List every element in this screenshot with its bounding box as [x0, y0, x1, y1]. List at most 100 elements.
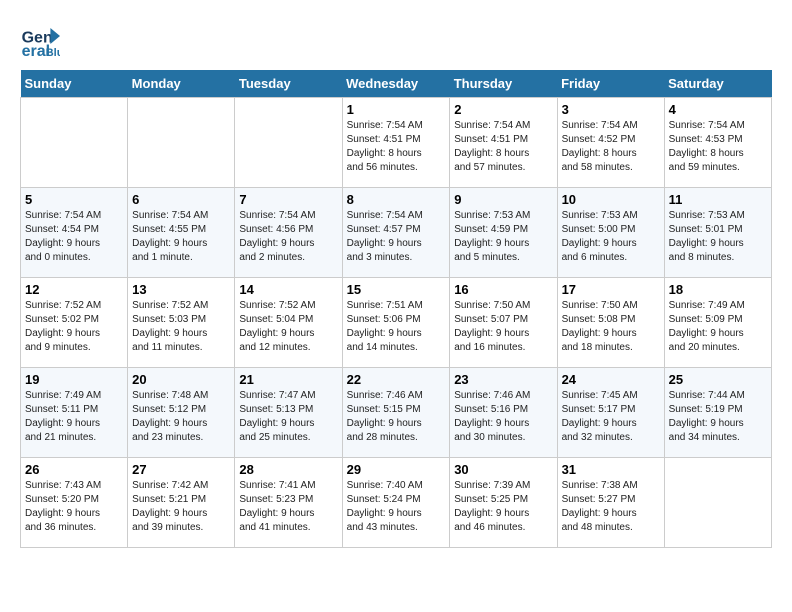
day-info: Sunrise: 7:54 AM Sunset: 4:52 PM Dayligh…	[562, 119, 660, 175]
week-row-1: 1 Sunrise: 7:54 AM Sunset: 4:51 PM Daylig…	[21, 98, 772, 188]
day-info: Sunrise: 7:42 AM Sunset: 5:21 PM Dayligh…	[132, 479, 230, 535]
day-info: Sunrise: 7:49 AM Sunset: 5:09 PM Dayligh…	[669, 299, 767, 355]
day-number: 2	[454, 102, 552, 117]
calendar-cell: 8 Sunrise: 7:54 AM Sunset: 4:57 PM Daylig…	[342, 188, 450, 278]
calendar-cell: 6 Sunrise: 7:54 AM Sunset: 4:55 PM Daylig…	[128, 188, 235, 278]
day-number: 20	[132, 372, 230, 387]
day-info: Sunrise: 7:50 AM Sunset: 5:07 PM Dayligh…	[454, 299, 552, 355]
calendar-cell: 24Sunrise: 7:45 AM Sunset: 5:17 PM Dayli…	[557, 368, 664, 458]
day-number: 15	[347, 282, 446, 297]
day-header-tuesday: Tuesday	[235, 70, 342, 98]
calendar-cell: 13 Sunrise: 7:52 AM Sunset: 5:03 PM Dayli…	[128, 278, 235, 368]
day-info: Sunrise: 7:54 AM Sunset: 4:57 PM Dayligh…	[347, 209, 446, 265]
calendar-cell: 17 Sunrise: 7:50 AM Sunset: 5:08 PM Dayli…	[557, 278, 664, 368]
calendar-cell: 18 Sunrise: 7:49 AM Sunset: 5:09 PM Dayli…	[664, 278, 771, 368]
calendar-cell	[664, 458, 771, 548]
day-number: 28	[239, 462, 337, 477]
calendar-cell: 5 Sunrise: 7:54 AM Sunset: 4:54 PM Daylig…	[21, 188, 128, 278]
day-info: Sunrise: 7:54 AM Sunset: 4:51 PM Dayligh…	[454, 119, 552, 175]
day-number: 31	[562, 462, 660, 477]
day-number: 8	[347, 192, 446, 207]
day-info: Sunrise: 7:51 AM Sunset: 5:06 PM Dayligh…	[347, 299, 446, 355]
day-number: 7	[239, 192, 337, 207]
calendar-cell: 31Sunrise: 7:38 AM Sunset: 5:27 PM Dayli…	[557, 458, 664, 548]
calendar-cell	[128, 98, 235, 188]
day-number: 19	[25, 372, 123, 387]
week-row-3: 12Sunrise: 7:52 AM Sunset: 5:02 PM Dayli…	[21, 278, 772, 368]
day-number: 30	[454, 462, 552, 477]
day-number: 4	[669, 102, 767, 117]
day-info: Sunrise: 7:52 AM Sunset: 5:03 PM Dayligh…	[132, 299, 230, 355]
day-number: 9	[454, 192, 552, 207]
week-row-2: 5 Sunrise: 7:54 AM Sunset: 4:54 PM Daylig…	[21, 188, 772, 278]
calendar-cell: 28 Sunrise: 7:41 AM Sunset: 5:23 PM Dayli…	[235, 458, 342, 548]
calendar-cell: 4Sunrise: 7:54 AM Sunset: 4:53 PM Daylig…	[664, 98, 771, 188]
day-info: Sunrise: 7:49 AM Sunset: 5:11 PM Dayligh…	[25, 389, 123, 445]
calendar-table: SundayMondayTuesdayWednesdayThursdayFrid…	[20, 70, 772, 548]
day-header-sunday: Sunday	[21, 70, 128, 98]
week-row-4: 19 Sunrise: 7:49 AM Sunset: 5:11 PM Dayli…	[21, 368, 772, 458]
calendar-cell: 7 Sunrise: 7:54 AM Sunset: 4:56 PM Daylig…	[235, 188, 342, 278]
calendar-cell: 20Sunrise: 7:48 AM Sunset: 5:12 PM Dayli…	[128, 368, 235, 458]
day-number: 23	[454, 372, 552, 387]
day-info: Sunrise: 7:54 AM Sunset: 4:56 PM Dayligh…	[239, 209, 337, 265]
logo-icon: Gen eral Blue	[20, 20, 60, 60]
calendar-cell: 10 Sunrise: 7:53 AM Sunset: 5:00 PM Dayli…	[557, 188, 664, 278]
header-row: SundayMondayTuesdayWednesdayThursdayFrid…	[21, 70, 772, 98]
calendar-cell: 9 Sunrise: 7:53 AM Sunset: 4:59 PM Daylig…	[450, 188, 557, 278]
day-number: 18	[669, 282, 767, 297]
day-info: Sunrise: 7:46 AM Sunset: 5:16 PM Dayligh…	[454, 389, 552, 445]
day-number: 25	[669, 372, 767, 387]
day-info: Sunrise: 7:47 AM Sunset: 5:13 PM Dayligh…	[239, 389, 337, 445]
day-number: 22	[347, 372, 446, 387]
calendar-cell: 16 Sunrise: 7:50 AM Sunset: 5:07 PM Dayli…	[450, 278, 557, 368]
day-number: 27	[132, 462, 230, 477]
day-info: Sunrise: 7:52 AM Sunset: 5:02 PM Dayligh…	[25, 299, 123, 355]
day-info: Sunrise: 7:40 AM Sunset: 5:24 PM Dayligh…	[347, 479, 446, 535]
day-info: Sunrise: 7:45 AM Sunset: 5:17 PM Dayligh…	[562, 389, 660, 445]
calendar-cell: 26 Sunrise: 7:43 AM Sunset: 5:20 PM Dayli…	[21, 458, 128, 548]
day-header-monday: Monday	[128, 70, 235, 98]
day-number: 21	[239, 372, 337, 387]
calendar-cell: 12Sunrise: 7:52 AM Sunset: 5:02 PM Dayli…	[21, 278, 128, 368]
day-info: Sunrise: 7:50 AM Sunset: 5:08 PM Dayligh…	[562, 299, 660, 355]
calendar-cell: 3Sunrise: 7:54 AM Sunset: 4:52 PM Daylig…	[557, 98, 664, 188]
day-header-saturday: Saturday	[664, 70, 771, 98]
day-number: 10	[562, 192, 660, 207]
day-info: Sunrise: 7:54 AM Sunset: 4:55 PM Dayligh…	[132, 209, 230, 265]
calendar-cell: 27 Sunrise: 7:42 AM Sunset: 5:21 PM Dayli…	[128, 458, 235, 548]
calendar-cell: 19 Sunrise: 7:49 AM Sunset: 5:11 PM Dayli…	[21, 368, 128, 458]
day-info: Sunrise: 7:52 AM Sunset: 5:04 PM Dayligh…	[239, 299, 337, 355]
calendar-cell: 21 Sunrise: 7:47 AM Sunset: 5:13 PM Dayli…	[235, 368, 342, 458]
day-number: 6	[132, 192, 230, 207]
day-number: 26	[25, 462, 123, 477]
calendar-cell: 22Sunrise: 7:46 AM Sunset: 5:15 PM Dayli…	[342, 368, 450, 458]
day-info: Sunrise: 7:53 AM Sunset: 5:00 PM Dayligh…	[562, 209, 660, 265]
calendar-cell: 23 Sunrise: 7:46 AM Sunset: 5:16 PM Dayli…	[450, 368, 557, 458]
page-header: Gen eral Blue	[20, 20, 772, 60]
week-row-5: 26 Sunrise: 7:43 AM Sunset: 5:20 PM Dayli…	[21, 458, 772, 548]
day-info: Sunrise: 7:43 AM Sunset: 5:20 PM Dayligh…	[25, 479, 123, 535]
calendar-cell: 1Sunrise: 7:54 AM Sunset: 4:51 PM Daylig…	[342, 98, 450, 188]
day-info: Sunrise: 7:54 AM Sunset: 4:54 PM Dayligh…	[25, 209, 123, 265]
day-number: 5	[25, 192, 123, 207]
day-info: Sunrise: 7:41 AM Sunset: 5:23 PM Dayligh…	[239, 479, 337, 535]
svg-text:Blue: Blue	[46, 47, 60, 59]
calendar-cell	[235, 98, 342, 188]
day-header-wednesday: Wednesday	[342, 70, 450, 98]
day-number: 13	[132, 282, 230, 297]
calendar-cell: 29 Sunrise: 7:40 AM Sunset: 5:24 PM Dayli…	[342, 458, 450, 548]
day-number: 29	[347, 462, 446, 477]
day-info: Sunrise: 7:53 AM Sunset: 5:01 PM Dayligh…	[669, 209, 767, 265]
day-number: 17	[562, 282, 660, 297]
day-number: 16	[454, 282, 552, 297]
day-info: Sunrise: 7:39 AM Sunset: 5:25 PM Dayligh…	[454, 479, 552, 535]
calendar-cell: 30 Sunrise: 7:39 AM Sunset: 5:25 PM Dayli…	[450, 458, 557, 548]
day-number: 11	[669, 192, 767, 207]
day-info: Sunrise: 7:44 AM Sunset: 5:19 PM Dayligh…	[669, 389, 767, 445]
calendar-cell: 14Sunrise: 7:52 AM Sunset: 5:04 PM Dayli…	[235, 278, 342, 368]
calendar-cell: 11 Sunrise: 7:53 AM Sunset: 5:01 PM Dayli…	[664, 188, 771, 278]
day-number: 1	[347, 102, 446, 117]
day-header-thursday: Thursday	[450, 70, 557, 98]
day-info: Sunrise: 7:53 AM Sunset: 4:59 PM Dayligh…	[454, 209, 552, 265]
